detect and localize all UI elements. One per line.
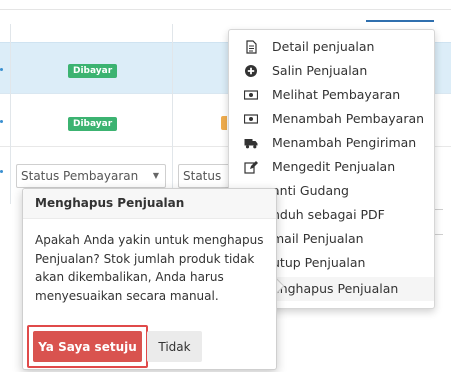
- column-divider: [172, 24, 173, 204]
- row-marker: [0, 170, 3, 173]
- money-icon: [244, 90, 258, 100]
- menu-item-label: Mengedit Penjualan: [272, 159, 396, 174]
- menu-item-detail[interactable]: Detail penjualan: [229, 35, 434, 59]
- menu-item-view-payment[interactable]: Melihat Pembayaran: [229, 83, 434, 107]
- edit-icon: [244, 161, 258, 174]
- payment-status-filter-value: Status Pembayaran: [21, 169, 139, 183]
- column-divider: [10, 24, 11, 204]
- popover-message: Apakah Anda yakin untuk menghapus Penjua…: [35, 233, 264, 303]
- status-badge-partial: [221, 116, 227, 130]
- row-marker: [0, 120, 3, 123]
- menu-item-edit[interactable]: Mengedit Penjualan: [229, 155, 434, 179]
- row-marker: [0, 68, 3, 71]
- menu-item-label: Menambah Pengiriman: [272, 135, 417, 150]
- menu-item-label: mail Penjualan: [272, 231, 364, 246]
- confirm-delete-button[interactable]: Ya Saya setuju: [33, 331, 142, 362]
- menu-item-label: Melihat Pembayaran: [272, 87, 401, 102]
- document-icon: [246, 40, 257, 54]
- status-badge: Dibayar: [68, 117, 118, 131]
- chevron-down-icon: ▼: [152, 171, 159, 180]
- plus-circle-icon: [245, 65, 257, 77]
- status-filter-value: Status: [183, 169, 222, 183]
- popover-title: Menghapus Penjualan: [35, 196, 185, 210]
- menu-item-copy[interactable]: Salin Penjualan: [229, 59, 434, 83]
- menu-item-add-payment[interactable]: Menambah Pembayaran: [229, 107, 434, 131]
- menu-item-add-shipment[interactable]: Menambah Pengiriman: [229, 131, 434, 155]
- payment-status-filter[interactable]: Status Pembayaran ▼: [16, 164, 166, 188]
- header-accent: [366, 20, 434, 22]
- menu-item-label: anti Gudang: [272, 183, 349, 198]
- cancel-button[interactable]: Tidak: [147, 331, 202, 362]
- menu-item-label: utup Penjualan: [272, 255, 366, 270]
- menu-item-label: enghapus Penjualan: [272, 281, 399, 296]
- header-divider: [0, 9, 451, 10]
- menu-item-label: Salin Penjualan: [272, 63, 368, 78]
- menu-item-label: Menambah Pembayaran: [272, 111, 425, 126]
- money-icon: [244, 114, 258, 124]
- status-badge: Dibayar: [68, 64, 118, 78]
- menu-item-label: Detail penjualan: [272, 39, 375, 54]
- truck-icon: [244, 139, 258, 149]
- popover-header: Menghapus Penjualan: [23, 189, 276, 219]
- menu-item-label: nduh sebagai PDF: [272, 207, 385, 222]
